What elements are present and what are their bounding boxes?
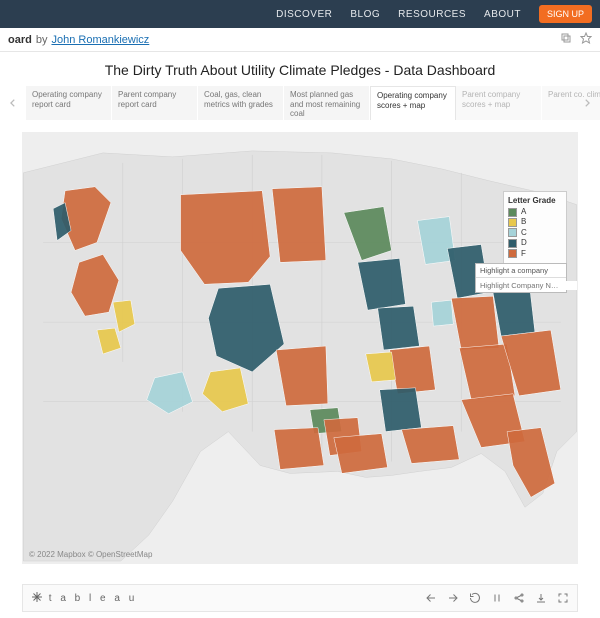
legend-box: Letter Grade ABCDF [503,191,567,266]
choropleth-map[interactable] [23,133,577,563]
map-region-28[interactable] [274,428,324,470]
legend-entry-C[interactable]: C [508,228,562,238]
tabs-scroll-left[interactable] [4,94,22,112]
tab-3[interactable]: Most planned gas and most remaining coal [284,86,370,120]
legend-title: Letter Grade [508,196,562,205]
legend-swatch [508,218,517,227]
highlight-title: Highlight a company [476,264,566,278]
legend-swatch [508,228,517,237]
highlight-search-input[interactable] [480,281,577,290]
fullscreen-icon[interactable] [557,592,569,604]
by-label: by [36,34,48,46]
legend-label: C [521,228,527,238]
tab-4[interactable]: Operating company scores + map [370,86,456,120]
tab-2[interactable]: Coal, gas, clean metrics with grades [198,86,284,120]
pause-icon[interactable] [491,592,503,604]
download-icon[interactable] [535,592,547,604]
redo-icon[interactable] [447,592,459,604]
nav-blog[interactable]: BLOG [350,9,380,20]
tabs-strip: Operating company report cardParent comp… [0,86,600,120]
map-attribution: © 2022 Mapbox © OpenStreetMap [29,550,152,559]
legend-label: B [521,217,526,227]
highlight-panel: Highlight a company [475,263,567,293]
map-region-16[interactable] [390,346,436,394]
map-region-27[interactable] [334,434,388,474]
undo-icon[interactable] [425,592,437,604]
copy-icon[interactable] [560,32,572,47]
author-link[interactable]: John Romankiewicz [51,34,149,46]
nav-about[interactable]: ABOUT [484,9,521,20]
tab-5[interactable]: Parent company scores + map [456,86,542,120]
favorite-icon[interactable] [580,32,592,47]
map-viz[interactable]: Letter Grade ABCDF Highlight a company ©… [22,132,578,564]
tableau-logo: t a b l e a u [31,591,137,606]
legend-entry-F[interactable]: F [508,249,562,259]
map-region-30[interactable] [431,300,453,326]
legend-label: D [521,238,527,248]
legend-swatch [508,239,517,248]
nav-discover[interactable]: DISCOVER [276,9,332,20]
share-icon[interactable] [513,592,525,604]
viz-title-fragment: oard [8,34,32,46]
tabs-scroll-right[interactable] [578,94,596,112]
legend-entry-D[interactable]: D [508,238,562,248]
map-region-7[interactable] [272,187,326,263]
map-region-26[interactable] [402,426,460,464]
signup-button[interactable]: SIGN UP [539,5,592,23]
dashboard-title: The Dirty Truth About Utility Climate Pl… [0,52,600,86]
map-region-17[interactable] [380,388,422,432]
map-region-15[interactable] [378,306,420,350]
legend-label: F [521,249,526,259]
tab-0[interactable]: Operating company report card [26,86,112,120]
legend-entry-A[interactable]: A [508,207,562,217]
legend-label: A [521,207,526,217]
legend-entry-B[interactable]: B [508,217,562,227]
legend-swatch [508,249,517,258]
nav-resources[interactable]: RESOURCES [398,9,466,20]
sub-header: oard by John Romankiewicz [0,28,600,52]
tableau-toolbar: t a b l e a u [22,584,578,612]
legend-swatch [508,208,517,217]
revert-icon[interactable] [469,592,481,604]
tab-1[interactable]: Parent company report card [112,86,198,120]
top-nav: DISCOVER BLOG RESOURCES ABOUT SIGN UP [0,0,600,28]
